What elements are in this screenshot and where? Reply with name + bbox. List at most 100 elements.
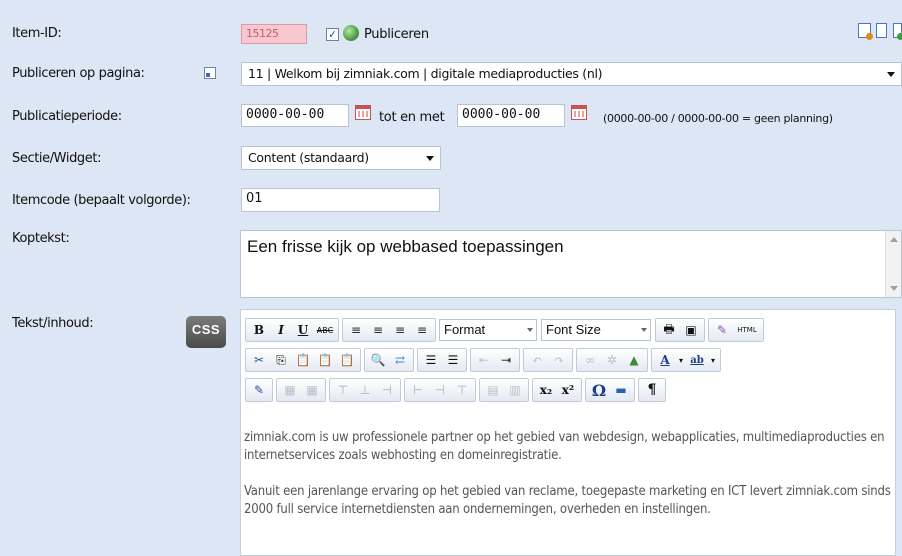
table-icon[interactable]: ▦ <box>279 380 301 400</box>
section-select[interactable]: Content (standaard) <box>241 146 441 170</box>
align-left-icon[interactable]: ≡ <box>345 320 367 340</box>
editor-content[interactable]: zimniak.com is uw professionele partner … <box>241 428 895 538</box>
format-select[interactable]: Format <box>439 319 537 341</box>
label-heading: Koptekst: <box>12 231 70 246</box>
heading-scrollbar[interactable] <box>885 231 901 297</box>
heading-textarea[interactable]: Een frisse kijk op webbased toepassingen <box>240 230 902 298</box>
fontsize-select[interactable]: Font Size <box>541 319 651 341</box>
save-document-icon[interactable] <box>858 23 873 40</box>
undo-icon[interactable]: ↶ <box>526 350 548 370</box>
outdent-icon[interactable]: ⇤ <box>473 350 495 370</box>
align-group: ≡ ≡ ≡ ≡ <box>342 318 436 342</box>
publish-page-select[interactable]: 11 | Welkom bij zimniak.com | digitale m… <box>241 62 902 86</box>
chevron-down-icon[interactable]: ▾ <box>708 350 718 370</box>
period-to-label: tot en met <box>379 110 445 125</box>
table-props-icon[interactable]: ▦ <box>301 380 323 400</box>
align-center-icon[interactable]: ≡ <box>367 320 389 340</box>
indent-icon[interactable]: ⇥ <box>495 350 517 370</box>
delete-row-icon[interactable]: ⊣ <box>376 380 398 400</box>
section-value: Content (standaard) <box>248 150 369 165</box>
copy-icon[interactable]: ⎘ <box>270 350 292 370</box>
print-group: 🖶 ▣ <box>655 318 705 342</box>
indent-group: ⇤ ⇥ <box>470 348 520 372</box>
paste-text-icon[interactable]: 📋 <box>314 350 336 370</box>
strikethrough-button[interactable]: ABC <box>314 320 336 340</box>
split-cells-icon[interactable]: ▤ <box>482 380 504 400</box>
row-before-icon[interactable]: ⊤ <box>332 380 354 400</box>
period-from-field[interactable]: 0000-00-00 <box>241 104 349 127</box>
edit-icon[interactable]: ✎ <box>248 380 270 400</box>
format-label: Format <box>444 322 486 337</box>
find-icon[interactable]: 🔍 <box>367 350 389 370</box>
chevron-down-icon <box>887 72 895 77</box>
chevron-down-icon <box>641 328 647 332</box>
merge-cells-icon[interactable]: ▥ <box>504 380 526 400</box>
scroll-down-icon[interactable] <box>890 286 898 291</box>
period-to-field[interactable]: 0000-00-00 <box>457 104 565 127</box>
label-itemcode: Itemcode (bepaalt volgorde): <box>12 193 191 208</box>
edit-group: ✎ <box>245 378 273 402</box>
row-after-icon[interactable]: ⊥ <box>354 380 376 400</box>
label-period: Publicatieperiode: <box>12 109 122 124</box>
label-item-id: Item-ID: <box>12 26 62 41</box>
undo-group: ↶ ↷ <box>523 348 573 372</box>
cut-icon[interactable]: ✂ <box>248 350 270 370</box>
col-after-icon[interactable]: ⊣ <box>429 380 451 400</box>
scroll-up-icon[interactable] <box>890 237 898 242</box>
col-before-icon[interactable]: ⊢ <box>407 380 429 400</box>
label-publish-page: Publiceren op pagina: <box>12 66 145 81</box>
html-button[interactable]: HTML <box>733 320 761 340</box>
item-id-field: 15125 <box>241 24 307 44</box>
new-document-icon[interactable] <box>893 23 902 40</box>
row-group: ⊤ ⊥ ⊣ <box>329 378 401 402</box>
unlink-icon[interactable]: ✲ <box>601 350 623 370</box>
calendar-to-icon[interactable] <box>571 105 587 120</box>
text-color-icon[interactable]: A <box>654 350 676 370</box>
period-hint: (0000-00-00 / 0000-00-00 = geen planning… <box>603 112 833 125</box>
toolbar-row-2: ✂ ⎘ 📋 📋 📋 🔍 ⇄ ☰ ☰ ⇤ ⇥ ↶ ↷ ∞ ✲ ▲ A ▾ ab ▾ <box>245 347 724 373</box>
calendar-from-icon[interactable] <box>355 105 371 120</box>
label-section: Sectie/Widget: <box>12 151 102 166</box>
subscript-button[interactable]: x₂ <box>535 380 557 400</box>
labels-column <box>0 0 236 556</box>
text-style-group: B I U ABC <box>245 318 339 342</box>
publish-checkbox[interactable]: ✓ <box>326 28 339 41</box>
show-blocks-button[interactable]: ¶ <box>641 380 663 400</box>
link-group: ∞ ✲ ▲ <box>576 348 648 372</box>
toolbar-row-3: ✎ ▦ ▦ ⊤ ⊥ ⊣ ⊢ ⊣ ⊤ ▤ ▥ x₂ x² Ω ▬ ¶ <box>245 377 669 403</box>
find-group: 🔍 ⇄ <box>364 348 414 372</box>
paste-icon[interactable]: 📋 <box>292 350 314 370</box>
insert-group: Ω ▬ <box>585 378 635 402</box>
redo-icon[interactable]: ↷ <box>548 350 570 370</box>
chevron-down-icon <box>426 156 434 161</box>
css-button[interactable]: CSS <box>186 316 226 348</box>
heading-value: Een frisse kijk op webbased toepassingen <box>247 237 564 256</box>
fullscreen-icon[interactable]: ▣ <box>680 320 702 340</box>
ordered-list-icon[interactable]: ☰ <box>442 350 464 370</box>
delete-col-icon[interactable]: ⊤ <box>451 380 473 400</box>
globe-icon <box>343 25 359 41</box>
highlight-color-icon[interactable]: ab <box>686 350 708 370</box>
underline-button[interactable]: U <box>292 320 314 340</box>
align-right-icon[interactable]: ≡ <box>389 320 411 340</box>
itemcode-field[interactable]: 01 <box>241 188 440 212</box>
page-picker-icon[interactable] <box>204 67 216 79</box>
bold-button[interactable]: B <box>248 320 270 340</box>
link-icon[interactable]: ∞ <box>579 350 601 370</box>
chevron-down-icon[interactable]: ▾ <box>676 350 686 370</box>
list-group: ☰ ☰ <box>417 348 467 372</box>
paste-word-icon[interactable]: 📋 <box>336 350 358 370</box>
cleanup-icon[interactable]: ✎ <box>711 320 733 340</box>
align-justify-icon[interactable]: ≡ <box>411 320 433 340</box>
print-icon[interactable]: 🖶 <box>658 320 680 340</box>
unordered-list-icon[interactable]: ☰ <box>420 350 442 370</box>
horizontal-rule-icon[interactable]: ▬ <box>610 380 632 400</box>
copy-document-icon[interactable] <box>876 23 887 38</box>
label-body: Tekst/inhoud: <box>12 316 94 331</box>
superscript-button[interactable]: x² <box>557 380 579 400</box>
special-char-button[interactable]: Ω <box>588 380 610 400</box>
image-icon[interactable]: ▲ <box>623 350 645 370</box>
replace-icon[interactable]: ⇄ <box>389 350 411 370</box>
italic-button[interactable]: I <box>270 320 292 340</box>
col-group: ⊢ ⊣ ⊤ <box>404 378 476 402</box>
